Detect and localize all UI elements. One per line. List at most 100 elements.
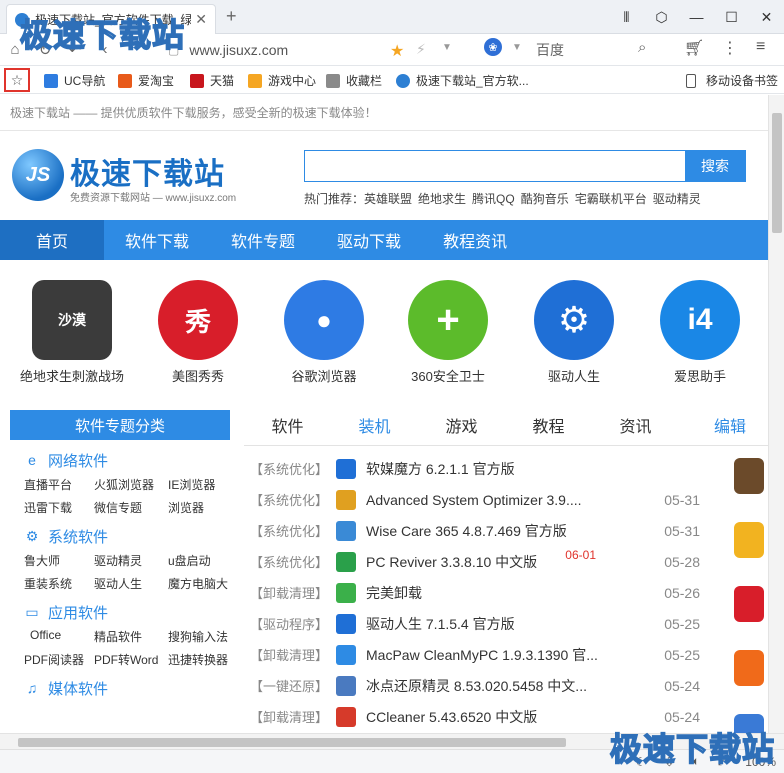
category-title[interactable]: ▭ 应用软件 <box>10 600 230 624</box>
list-item[interactable]: 【系统优化】 软媒魔方 6.2.1.1 官方版 06-01 <box>250 453 700 562</box>
undo-icon[interactable]: ↶ <box>60 35 90 65</box>
site-search-button[interactable]: 搜索 <box>685 151 745 181</box>
category-link[interactable]: 火狐浏览器 <box>94 476 168 493</box>
chevron-down-icon[interactable]: ▼ <box>442 42 452 53</box>
tab-editor[interactable]: 编辑 <box>714 410 746 446</box>
tab-games[interactable]: 游戏 <box>418 410 505 445</box>
list-item[interactable]: 【驱动程序】 驱动人生 7.1.5.4 官方版 05-25 <box>250 608 700 639</box>
list-item[interactable]: 【卸载清理】 完美卸载 05-26 <box>250 577 700 608</box>
category-link[interactable]: 重装系统 <box>24 575 94 592</box>
category-link[interactable]: 驱动精灵 <box>94 552 168 569</box>
speed-mode-icon[interactable]: ⚡ <box>416 41 426 58</box>
hot-link[interactable]: 宅霸联机平台 <box>575 192 647 206</box>
tab-install[interactable]: 装机 <box>331 410 418 445</box>
category-link[interactable]: u盘启动 <box>168 552 238 569</box>
volume-icon[interactable]: 🔈︎ <box>692 754 699 769</box>
add-bookmark-star-icon[interactable]: ☆ <box>4 68 30 92</box>
list-item-title[interactable]: CCleaner 5.43.6520 中文版 <box>366 707 658 727</box>
maximize-button[interactable]: ☐ <box>714 0 749 34</box>
category-link[interactable]: 迅雷下载 <box>24 499 94 516</box>
fullscreen-icon[interactable]: ⤢ <box>718 754 728 769</box>
cart-icon[interactable]: 🛒︎ <box>684 38 704 58</box>
list-item-title[interactable]: 驱动人生 7.1.5.4 官方版 <box>366 614 658 634</box>
menu-icon[interactable]: ≡ <box>756 38 765 56</box>
nav-home[interactable]: 首页 <box>0 220 105 260</box>
list-item[interactable]: 【系统优化】 Wise Care 365 4.8.7.469 官方版 05-31 <box>250 515 700 546</box>
horizontal-scroll-thumb[interactable] <box>18 738 566 747</box>
app-drivergenius[interactable]: ⚙ 驱动人生 <box>512 280 636 385</box>
app-360[interactable]: + 360安全卫士 <box>386 280 510 385</box>
new-tab-button[interactable]: + <box>226 6 237 27</box>
bookmark-tmall[interactable]: 天猫 <box>190 72 234 89</box>
bookmark-folder[interactable]: 收藏栏 <box>326 72 382 89</box>
tab-tutorials[interactable]: 教程 <box>505 410 592 445</box>
list-item-title[interactable]: 完美卸载 <box>366 583 658 603</box>
zoom-level[interactable]: 100% <box>745 755 776 769</box>
category-link[interactable]: IE浏览器 <box>168 476 238 493</box>
sidebar-toggle-icon[interactable]: ⫴ <box>609 0 644 34</box>
list-item[interactable]: 【系统优化】 Advanced System Optimizer 3.9.... 0… <box>250 484 700 515</box>
category-link[interactable]: 驱动人生 <box>94 575 168 592</box>
side-app-icon[interactable] <box>734 458 764 494</box>
list-item[interactable]: 【一键还原】 冰点还原精灵 8.53.020.5458 中文... 05-24 <box>250 670 700 701</box>
hot-link[interactable]: 绝地求生 <box>418 192 466 206</box>
side-app-icon[interactable] <box>734 586 764 622</box>
category-link[interactable]: 精品软件 <box>94 628 168 645</box>
side-app-icon[interactable] <box>734 714 764 733</box>
horizontal-scrollbar[interactable] <box>0 733 784 749</box>
site-search-input[interactable] <box>305 151 685 181</box>
list-item-title[interactable]: PC Reviver 3.3.8.10 中文版 <box>366 552 658 572</box>
home-icon[interactable]: ⌂ <box>0 35 30 65</box>
bookmark-game-center[interactable]: 游戏中心 <box>248 72 316 89</box>
refresh-icon[interactable]: ↻ <box>30 35 60 65</box>
tab-software[interactable]: 软件 <box>244 410 331 445</box>
engine-chevron-down-icon[interactable]: ▼ <box>512 42 522 53</box>
category-title[interactable]: ⚙ 系统软件 <box>10 524 230 548</box>
skin-icon[interactable]: ⬡ <box>644 0 679 34</box>
category-link[interactable]: 鲁大师 <box>24 552 94 569</box>
list-item-title[interactable]: MacPaw CleanMyPC 1.9.3.1390 官... <box>366 645 658 665</box>
bookmark-uc-nav[interactable]: UC导航 <box>44 72 105 89</box>
nav-tutorials[interactable]: 教程资讯 <box>422 220 528 260</box>
baidu-paw-icon[interactable]: ❀ <box>484 38 502 56</box>
minimize-button[interactable]: — <box>679 0 714 34</box>
list-item-title[interactable]: 软媒魔方 6.2.1.1 官方版 <box>366 459 700 479</box>
side-app-icon[interactable] <box>734 650 764 686</box>
search-engine-input[interactable]: 百度 <box>536 40 564 60</box>
download-icon[interactable]: ⇩ <box>664 755 674 769</box>
hot-link[interactable]: 驱动精灵 <box>653 192 701 206</box>
list-item[interactable]: 【卸载清理】 CCleaner 5.43.6520 中文版 05-24 <box>250 701 700 732</box>
hot-link[interactable]: 酷狗音乐 <box>521 192 569 206</box>
list-item[interactable]: 【系统优化】 PC Reviver 3.3.8.10 中文版 05-28 <box>250 546 700 577</box>
bookmark-jisuxz[interactable]: 极速下载站_官方软... <box>396 72 529 89</box>
app-i4[interactable]: i4 爱思助手 <box>638 280 762 385</box>
list-item[interactable]: 【卸载清理】 MacPaw CleanMyPC 1.9.3.1390 官... 05… <box>250 639 700 670</box>
category-link[interactable]: 微信专题 <box>94 499 168 516</box>
category-link[interactable]: 浏览器 <box>168 499 238 516</box>
nav-drivers[interactable]: 驱动下载 <box>316 220 422 260</box>
category-link[interactable]: PDF转Word <box>94 651 168 668</box>
night-mode-icon[interactable]: ☾ <box>636 755 647 769</box>
category-link[interactable]: 搜狗输入法 <box>168 628 238 645</box>
close-tab-icon[interactable]: ✕ <box>195 11 207 28</box>
category-title[interactable]: ♫ 媒体软件 <box>10 676 230 700</box>
category-link[interactable]: 魔方电脑大 <box>168 575 238 592</box>
nav-software[interactable]: 软件下载 <box>104 220 210 260</box>
bookmark-ai-taobao[interactable]: 爱淘宝 <box>118 72 174 89</box>
list-item-title[interactable]: Wise Care 365 4.8.7.469 官方版 <box>366 521 658 541</box>
category-link[interactable]: Office <box>24 628 94 645</box>
more-vertical-icon[interactable]: ⋮ <box>722 38 738 58</box>
list-item-title[interactable]: Advanced System Optimizer 3.9.... <box>366 492 658 508</box>
close-window-button[interactable]: ✕ <box>749 0 784 34</box>
vertical-scrollbar[interactable] <box>768 95 784 733</box>
nav-topics[interactable]: 软件专题 <box>210 220 316 260</box>
app-pubg[interactable]: 沙漠 绝地求生刺激战场 <box>10 280 134 385</box>
app-meitu[interactable]: 秀 美图秀秀 <box>136 280 260 385</box>
app-chrome[interactable]: ● 谷歌浏览器 <box>262 280 386 385</box>
mobile-bookmarks[interactable]: 移动设备书签 <box>685 72 778 89</box>
search-icon[interactable]: ⌕ <box>638 39 646 56</box>
browser-tab[interactable]: 极速下载站_官方软件下载_绿色软件下载 ✕ <box>6 4 216 34</box>
category-title[interactable]: e 网络软件 <box>10 448 230 472</box>
vertical-scroll-thumb[interactable] <box>772 113 782 233</box>
site-logo[interactable]: JS 极速下载站 免费资源下载网站 — www.jisuxz.com <box>12 145 252 205</box>
